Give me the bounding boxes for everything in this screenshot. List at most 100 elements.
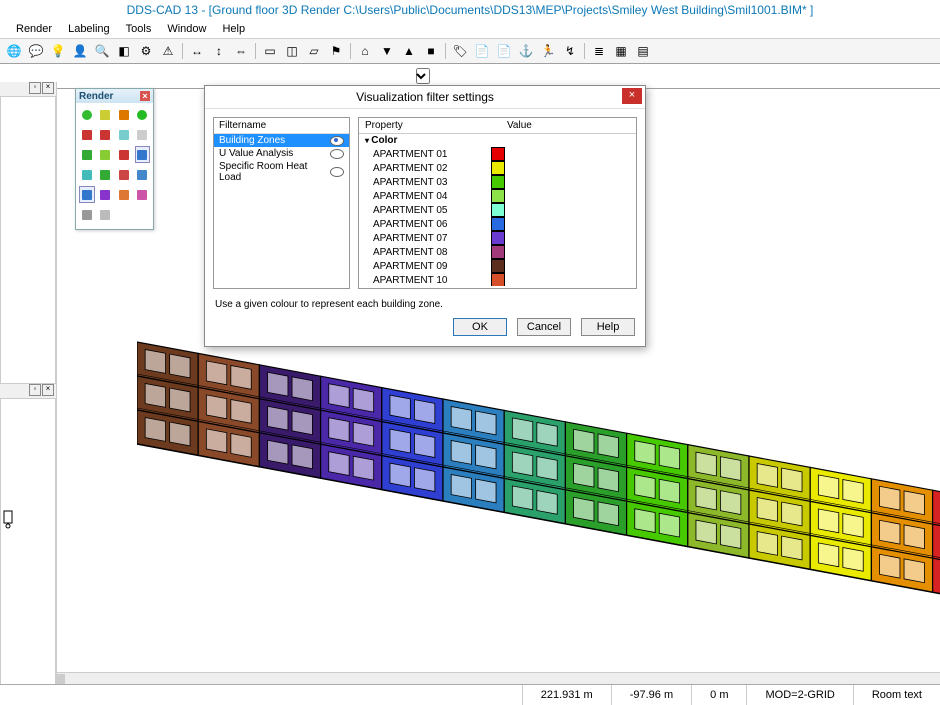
property-row[interactable]: APARTMENT 04	[359, 189, 636, 203]
dim-h-icon[interactable]: ↔	[187, 41, 207, 61]
play-green[interactable]	[98, 166, 114, 183]
funnel-icon[interactable]: ▼	[377, 41, 397, 61]
color-swatch[interactable]	[491, 217, 505, 231]
ring-green[interactable]	[135, 106, 151, 123]
property-row[interactable]: APARTMENT 01	[359, 147, 636, 161]
plane-red[interactable]	[116, 166, 132, 183]
note-add-icon[interactable]: 📄	[494, 41, 514, 61]
run-icon[interactable]: 🏃	[538, 41, 558, 61]
cube-icon[interactable]: ◧	[114, 41, 134, 61]
dots-purple[interactable]	[98, 186, 114, 203]
bulb-icon[interactable]: 💡	[48, 41, 68, 61]
pin-icon[interactable]: ◦	[29, 82, 41, 94]
sphere-green[interactable]	[79, 106, 95, 123]
list-icon[interactable]: ≣	[589, 41, 609, 61]
home-icon[interactable]: ⌂	[355, 41, 375, 61]
search-icon[interactable]: 🔍	[92, 41, 112, 61]
dim-chain-icon[interactable]: ⇔	[231, 41, 251, 61]
empty-grey[interactable]	[135, 126, 151, 143]
menu-help[interactable]: Help	[214, 20, 253, 38]
up-icon[interactable]: ▲	[399, 41, 419, 61]
render-palette[interactable]: Render ×	[75, 88, 154, 230]
cube-red2[interactable]	[98, 126, 114, 143]
anchor-icon[interactable]: ⚓	[516, 41, 536, 61]
render-palette-title[interactable]: Render ×	[76, 89, 153, 103]
eye-icon[interactable]	[330, 167, 344, 177]
property-row[interactable]: APARTMENT 09	[359, 259, 636, 273]
property-group-color[interactable]: Color	[359, 134, 636, 147]
flag-icon[interactable]: ⚑	[326, 41, 346, 61]
color-swatch[interactable]	[491, 161, 505, 175]
stop-icon[interactable]: ■	[421, 41, 441, 61]
comment-icon[interactable]: 💬	[26, 41, 46, 61]
grid-blue[interactable]	[79, 186, 95, 203]
bars-orange[interactable]	[116, 186, 132, 203]
eye-icon[interactable]	[330, 149, 344, 159]
route-icon[interactable]: ↯	[560, 41, 580, 61]
cloud-blue[interactable]	[135, 166, 151, 183]
color-swatch[interactable]	[491, 189, 505, 203]
menu-bar: RenderLabelingToolsWindowHelp	[0, 20, 940, 39]
globe-icon[interactable]: 🌐	[4, 41, 24, 61]
empty-icon	[116, 206, 132, 223]
property-row[interactable]: APARTMENT 02	[359, 161, 636, 175]
property-row[interactable]: APARTMENT 10	[359, 273, 636, 286]
rect-light[interactable]	[98, 206, 114, 223]
filter-list[interactable]: Filtername Building ZonesU Value Analysi…	[213, 117, 350, 289]
rect-grey[interactable]	[79, 206, 95, 223]
cancel-button[interactable]: Cancel	[517, 318, 571, 336]
plane-icon[interactable]: ▱	[304, 41, 324, 61]
waves-pink[interactable]	[135, 186, 151, 203]
property-row[interactable]: APARTMENT 08	[359, 245, 636, 259]
spark-lime[interactable]	[98, 146, 114, 163]
pin-icon[interactable]: ◦	[29, 384, 41, 396]
x-red[interactable]	[116, 146, 132, 163]
color-swatch[interactable]	[491, 273, 505, 286]
mesh-blue[interactable]	[135, 146, 151, 163]
status-y: -97.96 m	[611, 685, 691, 705]
color-swatch[interactable]	[491, 231, 505, 245]
property-row[interactable]: APARTMENT 06	[359, 217, 636, 231]
tag-icon[interactable]: 🏷	[450, 41, 470, 61]
roi-icon[interactable]: ▭	[260, 41, 280, 61]
close-icon[interactable]: ×	[42, 384, 54, 396]
color-swatch[interactable]	[491, 245, 505, 259]
menu-labeling[interactable]: Labeling	[60, 20, 118, 38]
color-swatch[interactable]	[491, 147, 505, 161]
box-yellow[interactable]	[98, 106, 114, 123]
color-swatch[interactable]	[491, 175, 505, 189]
menu-window[interactable]: Window	[159, 20, 214, 38]
cyl-orange[interactable]	[116, 106, 132, 123]
help-button[interactable]: Help	[581, 318, 635, 336]
filter-item[interactable]: Specific Room Heat Load	[214, 160, 349, 184]
spark-green[interactable]	[79, 146, 95, 163]
property-row[interactable]: APARTMENT 03	[359, 175, 636, 189]
dim-v-icon[interactable]: ↕	[209, 41, 229, 61]
filter-item[interactable]: Building Zones	[214, 134, 349, 147]
ok-button[interactable]: OK	[453, 318, 507, 336]
color-swatch[interactable]	[491, 203, 505, 217]
close-icon[interactable]: ×	[140, 91, 150, 101]
color-swatch[interactable]	[491, 259, 505, 273]
dialog-hint: Use a given colour to represent each bui…	[205, 297, 645, 312]
property-row[interactable]: APARTMENT 07	[359, 231, 636, 245]
property-row-label: APARTMENT 04	[373, 191, 491, 202]
cube-red[interactable]	[79, 126, 95, 143]
menu-render[interactable]: Render	[8, 20, 60, 38]
note-icon[interactable]: 📄	[472, 41, 492, 61]
warning-icon[interactable]: ⚠	[158, 41, 178, 61]
cyl-cyan[interactable]	[116, 126, 132, 143]
filter-item[interactable]: U Value Analysis	[214, 147, 349, 160]
menu-tools[interactable]: Tools	[118, 20, 160, 38]
close-icon[interactable]: ×	[622, 88, 642, 104]
property-panel[interactable]: Property Value Color APARTMENT 01APARTME…	[358, 117, 637, 289]
property-row[interactable]: APARTMENT 05	[359, 203, 636, 217]
close-icon[interactable]: ×	[42, 82, 54, 94]
crop-icon[interactable]: ◫	[282, 41, 302, 61]
gear-icon[interactable]: ⚙	[136, 41, 156, 61]
user-icon[interactable]: 👤	[70, 41, 90, 61]
eye-icon[interactable]	[330, 136, 344, 146]
layers-cyan[interactable]	[79, 166, 95, 183]
grid-icon[interactable]: ▦	[611, 41, 631, 61]
tiles-icon[interactable]: ▤	[633, 41, 653, 61]
